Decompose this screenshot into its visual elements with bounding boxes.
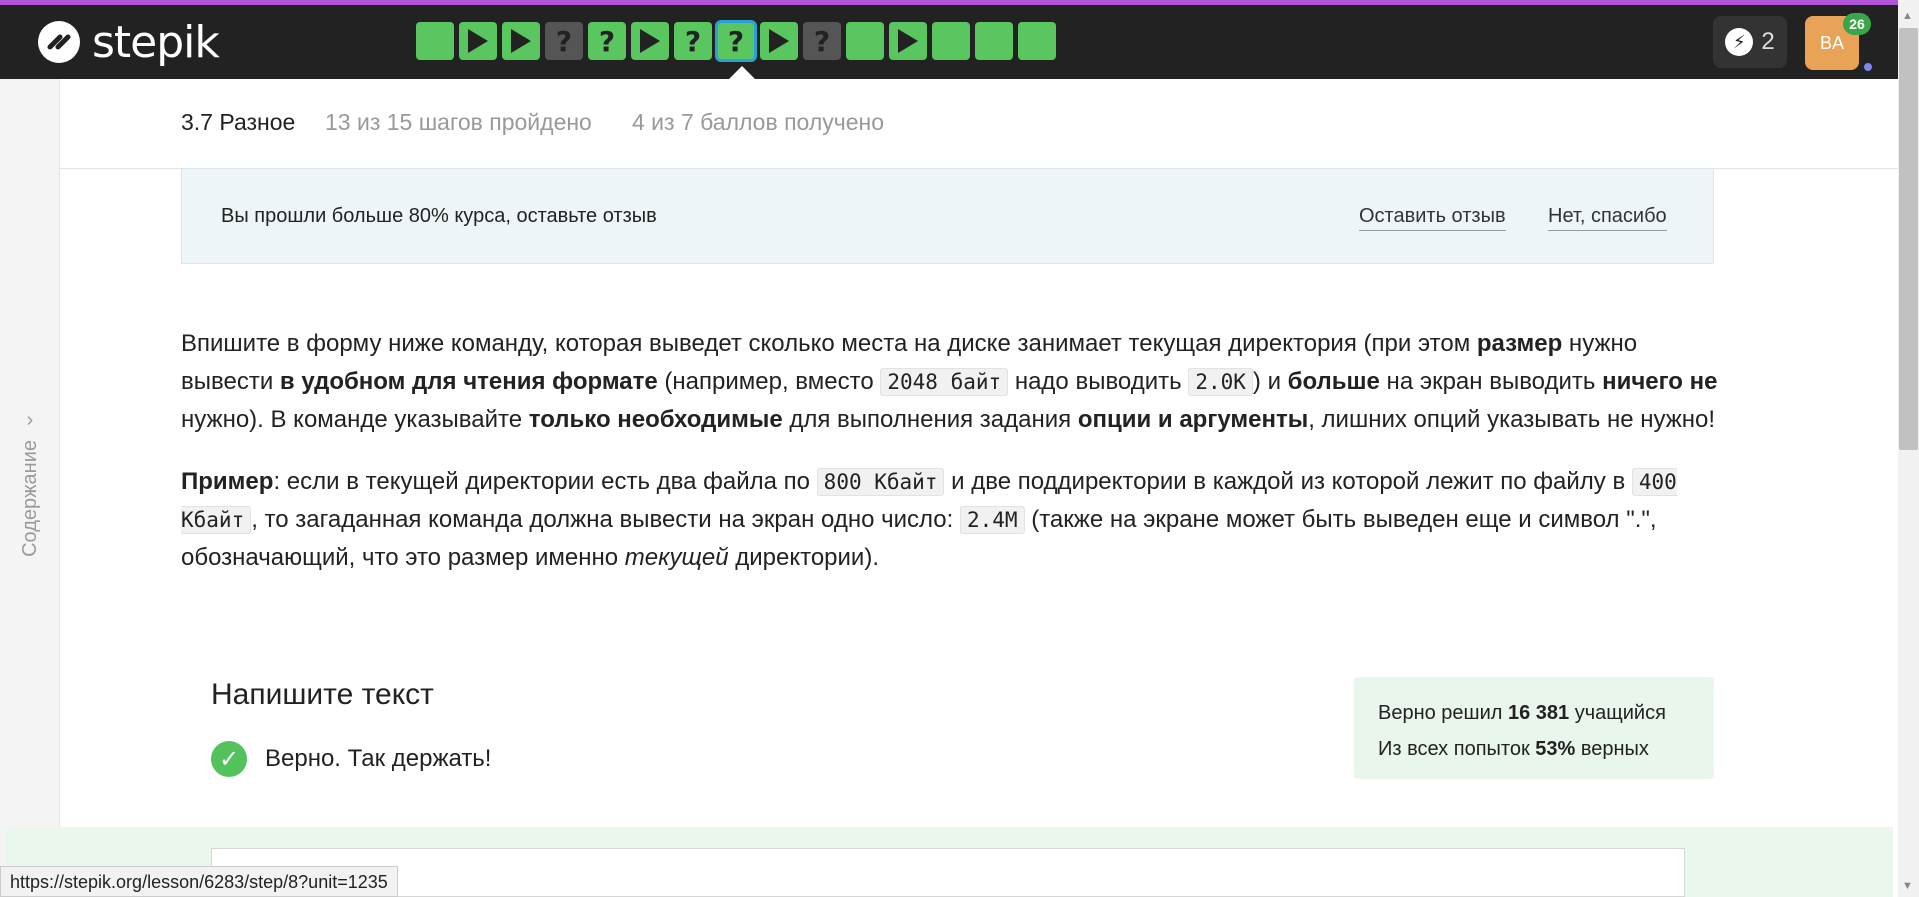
- step-1-button[interactable]: [416, 22, 454, 60]
- task-header: Напишите текст: [211, 678, 434, 712]
- notification-badge: 26: [1843, 13, 1871, 35]
- question-icon: ?: [727, 24, 745, 58]
- task-paragraph: Впишите в форму ниже команду, которая вы…: [181, 330, 1718, 433]
- stepik-logo-icon: [38, 21, 80, 63]
- lesson-bar: 3.7 Разное 13 из 15 шагов пройдено 4 из …: [60, 79, 1898, 169]
- code-snippet: 2.4M: [959, 506, 1025, 534]
- question-icon: ?: [598, 24, 616, 58]
- question-icon: ?: [813, 24, 831, 58]
- play-icon: [769, 29, 789, 53]
- lesson-score: 4 из 7 баллов получено: [632, 109, 885, 135]
- play-icon: [640, 29, 660, 53]
- step-15-button[interactable]: [1018, 22, 1056, 60]
- toc-toggle[interactable]: › Содержание: [16, 409, 44, 557]
- scrollbar-thumb[interactable]: [1899, 28, 1918, 450]
- solved-count-line: Верно решил 16 381 учащийся: [1378, 702, 1666, 724]
- step-text: Впишите в форму ниже команду, которая вы…: [181, 325, 1721, 601]
- code-snippet: 800 Кбайт: [816, 468, 945, 496]
- task-title: Напишите текст: [211, 678, 434, 711]
- step-14-button[interactable]: [975, 22, 1013, 60]
- toc-label: Содержание: [18, 440, 41, 557]
- energy-count: 2: [1761, 28, 1775, 55]
- chevron-right-icon: ›: [26, 409, 34, 431]
- answer-input[interactable]: [211, 848, 1685, 897]
- example-paragraph: Пример: если в текущей директории есть д…: [181, 468, 1677, 571]
- step-7-button[interactable]: ?: [674, 22, 712, 60]
- play-icon: [898, 29, 918, 53]
- step-5-button[interactable]: ?: [588, 22, 626, 60]
- lightning-icon: ⚡: [1725, 28, 1754, 56]
- step-9-button[interactable]: [760, 22, 798, 60]
- leave-review-link[interactable]: Оставить отзыв: [1359, 205, 1506, 231]
- question-icon: ?: [555, 24, 573, 58]
- no-thanks-link[interactable]: Нет, спасибо: [1548, 205, 1667, 231]
- step-2-button[interactable]: [459, 22, 497, 60]
- left-sidebar: › Содержание: [0, 79, 60, 897]
- lesson-progress: 13 из 15 шагов пройдено: [325, 109, 592, 135]
- scroll-down-arrow[interactable]: ▼: [1902, 880, 1913, 892]
- stepik-logo[interactable]: stepik: [36, 16, 220, 68]
- step-navigation: ?????: [416, 20, 1056, 62]
- step-8-button[interactable]: ?: [715, 20, 757, 62]
- play-icon: [511, 29, 531, 53]
- step-10-button[interactable]: ?: [803, 22, 841, 60]
- code-snippet: 2048 байт: [880, 368, 1009, 396]
- logo-text: stepik: [92, 16, 220, 68]
- online-status-dot: [1862, 61, 1874, 73]
- solve-stats: Верно решил 16 381 учащийся Из всех попы…: [1354, 677, 1714, 779]
- scroll-up-arrow[interactable]: ▲: [1902, 10, 1913, 22]
- feedback-text: Вы прошли больше 80% курса, оставьте отз…: [221, 205, 657, 227]
- step-3-button[interactable]: [502, 22, 540, 60]
- top-header: stepik ????? ⚡ 2 BA 26: [0, 5, 1898, 79]
- step-4-button[interactable]: ?: [545, 22, 583, 60]
- correct-status-text: Верно. Так держать!: [265, 745, 492, 772]
- step-6-button[interactable]: [631, 22, 669, 60]
- step-13-button[interactable]: [932, 22, 970, 60]
- step-11-button[interactable]: [846, 22, 884, 60]
- play-icon: [468, 29, 488, 53]
- question-icon: ?: [684, 24, 702, 58]
- feedback-banner: Вы прошли больше 80% курса, оставьте отз…: [181, 168, 1714, 264]
- lesson-title[interactable]: 3.7 Разное: [181, 109, 295, 136]
- status-bar-url: https://stepik.org/lesson/6283/step/8?un…: [0, 866, 398, 897]
- step-12-button[interactable]: [889, 22, 927, 60]
- success-rate-line: Из всех попыток 53% верных: [1378, 738, 1649, 760]
- correct-status: ✓ Верно. Так держать!: [211, 741, 491, 777]
- code-snippet: 2.0K: [1188, 368, 1253, 396]
- energy-button[interactable]: ⚡ 2: [1713, 16, 1787, 68]
- checkmark-icon: ✓: [211, 741, 247, 777]
- active-step-caret: [729, 66, 755, 79]
